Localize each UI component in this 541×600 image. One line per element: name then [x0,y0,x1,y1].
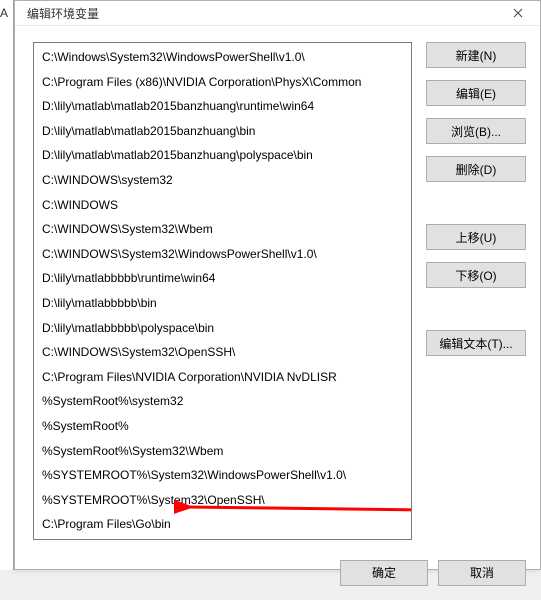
button-gap [426,194,526,212]
list-item[interactable]: C:\Windows\System32\WindowsPowerShell\v1… [34,45,411,70]
list-item[interactable]: C:\Program Files\NVIDIA Corporation\NVID… [34,365,411,390]
list-item[interactable]: C:\WINDOWS [34,193,411,218]
edit-button[interactable]: 编辑(E) [426,80,526,106]
bg-edge-text: A [0,6,8,20]
list-item[interactable]: D:\lily\matlab\matlab2015banzhuang\runti… [34,94,411,119]
list-item[interactable]: C:\WINDOWS\System32\WindowsPowerShell\v1… [34,242,411,267]
browse-button[interactable]: 浏览(B)... [426,118,526,144]
edit-text-button[interactable]: 编辑文本(T)... [426,330,526,356]
list-item[interactable]: D:\lily\matlab\matlab2015banzhuang\bin [34,119,411,144]
list-item[interactable]: %SystemRoot%\system32 [34,389,411,414]
list-item[interactable]: C:\Program Files (x86)\NVIDIA Corporatio… [34,70,411,95]
delete-button[interactable]: 删除(D) [426,156,526,182]
dialog-footer: 确定 取消 [15,550,540,600]
list-item[interactable]: C:\WINDOWS\system32 [34,168,411,193]
new-button[interactable]: 新建(N) [426,42,526,68]
list-item[interactable]: C:\Program Files\Go\bin [34,512,411,537]
list-item[interactable]: D:\lily\matlabbbbb\runtime\win64 [34,266,411,291]
dialog-window: 编辑环境变量 C:\Windows\System32\WindowsPowerS… [14,0,541,570]
button-gap [426,300,526,318]
move-up-button[interactable]: 上移(U) [426,224,526,250]
background-window-edge: A [0,0,14,570]
window-title: 编辑环境变量 [27,5,99,22]
close-icon [513,8,523,18]
list-item[interactable]: %SystemRoot% [34,414,411,439]
list-item[interactable]: C:\WINDOWS\System32\Wbem [34,217,411,242]
move-down-button[interactable]: 下移(O) [426,262,526,288]
ok-button[interactable]: 确定 [340,560,428,586]
list-item[interactable]: C:\WINDOWS\System32\OpenSSH\ [34,340,411,365]
dialog-content: C:\Windows\System32\WindowsPowerShell\v1… [15,26,540,550]
list-item[interactable]: D:\lily\matlabbbbb\bin [34,291,411,316]
path-listbox[interactable]: C:\Windows\System32\WindowsPowerShell\v1… [33,42,412,540]
cancel-button[interactable]: 取消 [438,560,526,586]
list-item[interactable]: D:\lily\matlab\matlab2015banzhuang\polys… [34,143,411,168]
close-button[interactable] [506,1,530,25]
side-buttons: 新建(N) 编辑(E) 浏览(B)... 删除(D) 上移(U) 下移(O) 编… [426,42,526,540]
list-item[interactable]: %SYSTEMROOT%\System32\OpenSSH\ [34,488,411,513]
list-item[interactable]: D:\lily\matlabbbbb\polyspace\bin [34,316,411,341]
list-item[interactable]: %SYSTEMROOT%\System32\WindowsPowerShell\… [34,463,411,488]
list-item[interactable]: %SystemRoot%\System32\Wbem [34,439,411,464]
titlebar: 编辑环境变量 [15,1,540,26]
